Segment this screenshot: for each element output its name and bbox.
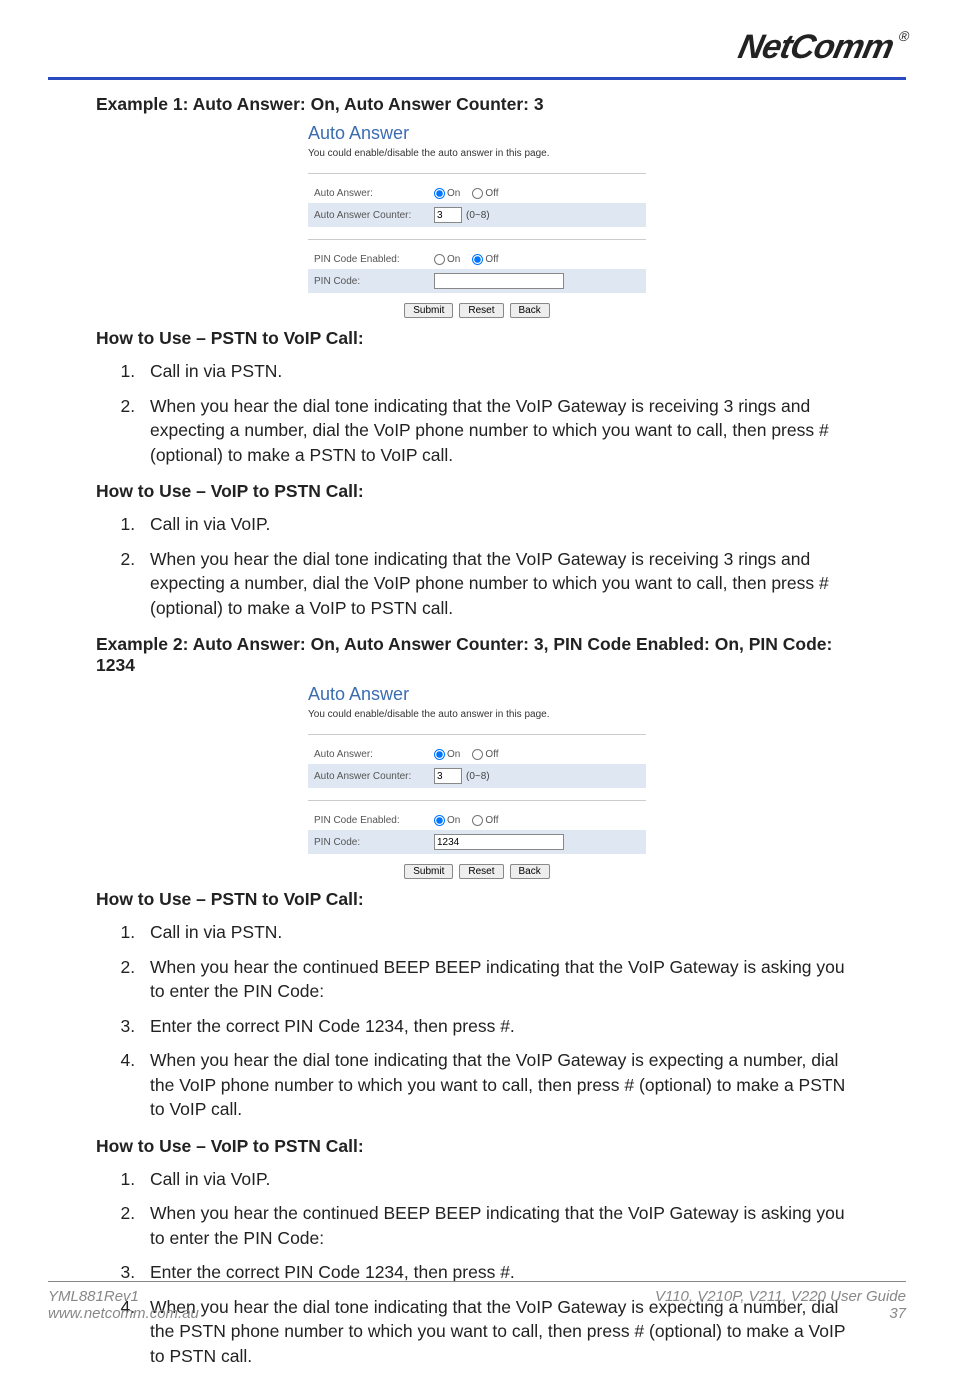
example1-heading: Example 1: Auto Answer: On, Auto Answer … bbox=[96, 94, 858, 115]
ex1-pstn-title: How to Use – PSTN to VoIP Call: bbox=[96, 328, 858, 349]
list-item: Call in via PSTN. bbox=[140, 355, 858, 390]
reset-button[interactable]: Reset bbox=[459, 303, 503, 318]
page-footer: YML881Rev1 www.netcomm.com.au V110, V210… bbox=[48, 1281, 906, 1322]
auto-answer-off-radio[interactable]: Off bbox=[472, 188, 498, 199]
pin-enabled-label: PIN Code Enabled: bbox=[314, 815, 434, 826]
auto-answer-panel-2: Auto Answer You could enable/disable the… bbox=[308, 684, 646, 879]
example2-heading: Example 2: Auto Answer: On, Auto Answer … bbox=[96, 634, 858, 676]
auto-answer-on-radio[interactable]: On bbox=[434, 188, 460, 199]
pin-enabled-row: PIN Code Enabled: On Off bbox=[308, 250, 646, 269]
auto-answer-off-radio[interactable]: Off bbox=[472, 749, 498, 760]
doc-revision: YML881Rev1 bbox=[48, 1288, 199, 1305]
page-header: NetComm® bbox=[48, 22, 906, 80]
brand-logo: NetComm® bbox=[735, 28, 910, 67]
ex2-voip-steps: Call in via VoIP. When you hear the cont… bbox=[96, 1163, 858, 1374]
footer-right: V110, V210P, V211, V220 User Guide 37 bbox=[655, 1288, 906, 1322]
ex2-pstn-title: How to Use – PSTN to VoIP Call: bbox=[96, 889, 858, 910]
radio-off[interactable] bbox=[472, 749, 483, 760]
radio-off-label: Off bbox=[485, 815, 498, 826]
submit-button[interactable]: Submit bbox=[404, 864, 453, 879]
pin-off-radio[interactable]: Off bbox=[472, 254, 498, 265]
pin-code-input[interactable] bbox=[434, 273, 564, 289]
page-number: 37 bbox=[655, 1305, 906, 1322]
list-item: When you hear the dial tone indicating t… bbox=[140, 1044, 858, 1128]
divider bbox=[308, 800, 646, 801]
radio-off[interactable] bbox=[472, 254, 483, 265]
radio-on-label: On bbox=[447, 815, 460, 826]
radio-off[interactable] bbox=[472, 188, 483, 199]
counter-hint: (0~8) bbox=[466, 210, 490, 221]
doc-url: www.netcomm.com.au bbox=[48, 1305, 199, 1322]
auto-answer-label: Auto Answer: bbox=[314, 749, 434, 760]
pin-code-row: PIN Code: bbox=[308, 830, 646, 854]
radio-off[interactable] bbox=[472, 815, 483, 826]
auto-answer-row: Auto Answer: On Off bbox=[308, 745, 646, 764]
pin-code-label: PIN Code: bbox=[314, 276, 434, 287]
pin-code-label: PIN Code: bbox=[314, 837, 434, 848]
doc-title: V110, V210P, V211, V220 User Guide bbox=[655, 1288, 906, 1305]
radio-off-label: Off bbox=[485, 254, 498, 265]
brand-name: NetComm bbox=[735, 28, 897, 66]
back-button[interactable]: Back bbox=[510, 864, 550, 879]
pin-on-radio[interactable]: On bbox=[434, 254, 460, 265]
radio-on[interactable] bbox=[434, 188, 445, 199]
registered-mark: ® bbox=[897, 28, 910, 44]
list-item: When you hear the dial tone indicating t… bbox=[140, 543, 858, 627]
auto-answer-label: Auto Answer: bbox=[314, 188, 434, 199]
footer-left: YML881Rev1 www.netcomm.com.au bbox=[48, 1288, 199, 1322]
counter-row: Auto Answer Counter: (0~8) bbox=[308, 203, 646, 227]
panel-title: Auto Answer bbox=[308, 123, 646, 144]
pin-code-row: PIN Code: bbox=[308, 269, 646, 293]
panel-buttons: Submit Reset Back bbox=[308, 864, 646, 879]
panel-buttons: Submit Reset Back bbox=[308, 303, 646, 318]
radio-on-label: On bbox=[447, 188, 460, 199]
ex2-voip-title: How to Use – VoIP to PSTN Call: bbox=[96, 1136, 858, 1157]
pin-off-radio[interactable]: Off bbox=[472, 815, 498, 826]
pin-enabled-row: PIN Code Enabled: On Off bbox=[308, 811, 646, 830]
list-item: When you hear the continued BEEP BEEP in… bbox=[140, 951, 858, 1010]
radio-on[interactable] bbox=[434, 749, 445, 760]
radio-on-label: On bbox=[447, 254, 460, 265]
list-item: Call in via VoIP. bbox=[140, 1163, 858, 1198]
auto-answer-row: Auto Answer: On Off bbox=[308, 184, 646, 203]
divider bbox=[308, 734, 646, 735]
counter-input[interactable] bbox=[434, 207, 462, 223]
panel-subtitle: You could enable/disable the auto answer… bbox=[308, 709, 646, 720]
auto-answer-on-radio[interactable]: On bbox=[434, 749, 460, 760]
radio-on[interactable] bbox=[434, 254, 445, 265]
pin-on-radio[interactable]: On bbox=[434, 815, 460, 826]
counter-label: Auto Answer Counter: bbox=[314, 771, 434, 782]
auto-answer-panel-1: Auto Answer You could enable/disable the… bbox=[308, 123, 646, 318]
ex1-voip-steps: Call in via VoIP. When you hear the dial… bbox=[96, 508, 858, 626]
counter-input[interactable] bbox=[434, 768, 462, 784]
list-item: Call in via VoIP. bbox=[140, 508, 858, 543]
ex2-pstn-steps: Call in via PSTN. When you hear the cont… bbox=[96, 916, 858, 1128]
radio-off-label: Off bbox=[485, 188, 498, 199]
panel-subtitle: You could enable/disable the auto answer… bbox=[308, 148, 646, 159]
list-item: When you hear the continued BEEP BEEP in… bbox=[140, 1197, 858, 1256]
list-item: When you hear the dial tone indicating t… bbox=[140, 390, 858, 474]
divider bbox=[308, 173, 646, 174]
counter-hint: (0~8) bbox=[466, 771, 490, 782]
list-item: Call in via PSTN. bbox=[140, 916, 858, 951]
radio-off-label: Off bbox=[485, 749, 498, 760]
panel-title: Auto Answer bbox=[308, 684, 646, 705]
radio-on-label: On bbox=[447, 749, 460, 760]
back-button[interactable]: Back bbox=[510, 303, 550, 318]
ex1-pstn-steps: Call in via PSTN. When you hear the dial… bbox=[96, 355, 858, 473]
reset-button[interactable]: Reset bbox=[459, 864, 503, 879]
pin-enabled-label: PIN Code Enabled: bbox=[314, 254, 434, 265]
ex1-voip-title: How to Use – VoIP to PSTN Call: bbox=[96, 481, 858, 502]
counter-row: Auto Answer Counter: (0~8) bbox=[308, 764, 646, 788]
submit-button[interactable]: Submit bbox=[404, 303, 453, 318]
list-item: Enter the correct PIN Code 1234, then pr… bbox=[140, 1010, 858, 1045]
pin-code-input[interactable] bbox=[434, 834, 564, 850]
radio-on[interactable] bbox=[434, 815, 445, 826]
counter-label: Auto Answer Counter: bbox=[314, 210, 434, 221]
divider bbox=[308, 239, 646, 240]
